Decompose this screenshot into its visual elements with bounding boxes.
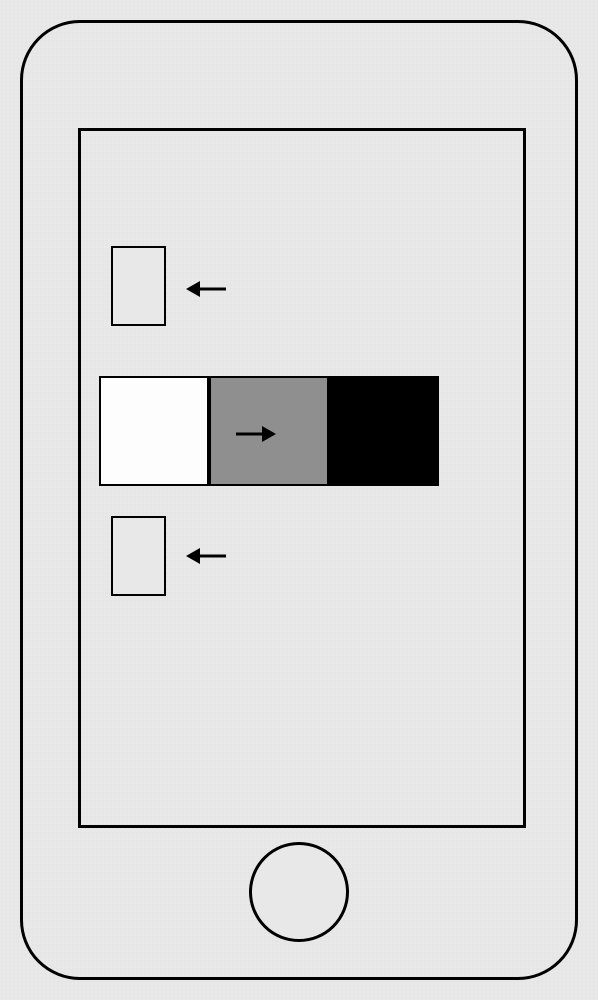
carousel-tile-black[interactable] — [329, 376, 439, 486]
arrow-left-icon — [186, 546, 226, 566]
arrow-left-icon — [186, 279, 226, 299]
arrow-right-icon — [236, 424, 276, 444]
thumbnail-prev[interactable] — [111, 246, 166, 326]
device-frame — [20, 20, 578, 980]
screen — [78, 128, 526, 828]
carousel-tile-white[interactable] — [99, 376, 209, 486]
thumbnail-next[interactable] — [111, 516, 166, 596]
home-button[interactable] — [249, 842, 349, 942]
